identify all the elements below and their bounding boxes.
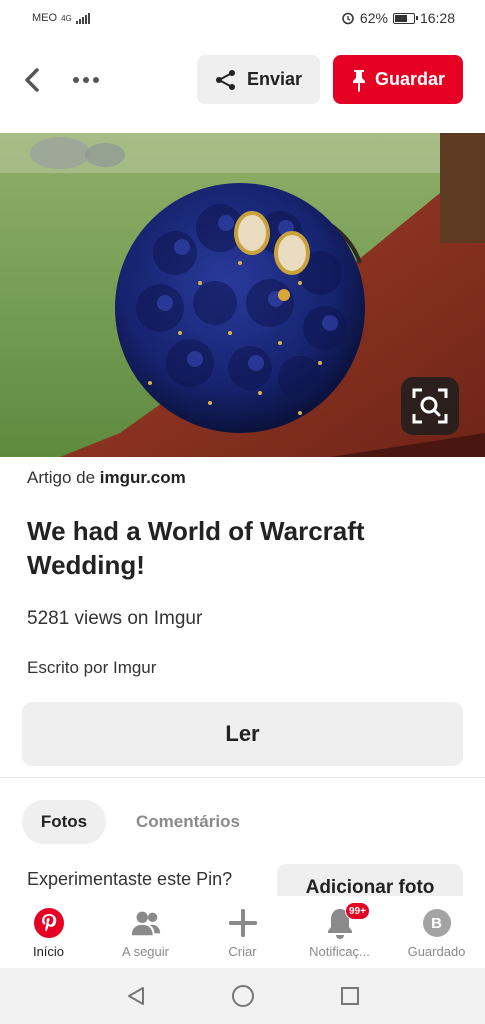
view-count: 5281 views on Imgur — [27, 608, 203, 629]
pin-source: Artigo de imgur.com — [27, 468, 186, 488]
people-icon — [129, 906, 163, 940]
send-label: Enviar — [246, 69, 303, 89]
nav-item-following[interactable]: A seguir — [97, 896, 194, 968]
back-triangle-icon[interactable] — [125, 985, 147, 1007]
author-line: Escrito por Imgur — [27, 658, 157, 677]
signal-icon — [75, 12, 90, 24]
alarm-clock-icon — [342, 12, 354, 25]
nav-item-saved[interactable]: B Guardado — [388, 896, 485, 968]
plus-icon — [226, 906, 260, 940]
clock: 16:28 — [419, 10, 455, 26]
recents-square-icon[interactable] — [339, 985, 361, 1007]
nav-label-saved: Guardado — [407, 944, 466, 959]
avatar-letter: B — [422, 909, 451, 937]
save-button[interactable]: Guardar — [333, 55, 463, 104]
visual-search-icon — [412, 388, 448, 424]
pin-image[interactable] — [0, 133, 485, 457]
back-button[interactable] — [14, 62, 50, 98]
nav-label-following: A seguir — [122, 944, 169, 959]
bottom-nav: Início A seguir Criar 99+ Notificaç... B… — [0, 896, 485, 968]
pinterest-logo-icon — [32, 906, 66, 940]
source-domain-link[interactable]: imgur.com — [100, 468, 186, 487]
source-prefix: Artigo de — [27, 468, 96, 487]
battery-icon — [392, 12, 418, 24]
battery-percent: 62% — [359, 10, 388, 26]
chevron-left-icon — [25, 68, 39, 92]
visual-search-button[interactable] — [401, 377, 459, 435]
nav-label-home: Início — [32, 944, 65, 959]
nav-item-notifications[interactable]: 99+ Notificaç... — [291, 896, 388, 968]
status-left: MEO 4G — [32, 12, 90, 24]
profile-avatar-icon: B — [420, 906, 454, 940]
tried-prompt: Experimentaste este Pin? — [27, 869, 233, 889]
divider — [0, 777, 485, 778]
more-options-button[interactable] — [64, 62, 108, 98]
status-right: 62% 16:28 — [341, 10, 455, 26]
pin-icon — [352, 69, 365, 92]
system-nav-bar — [0, 968, 485, 1024]
nav-label-create: Criar — [228, 944, 257, 959]
home-circle-icon[interactable] — [231, 984, 255, 1008]
read-button[interactable]: Ler — [22, 702, 463, 766]
tab-photos[interactable]: Fotos — [22, 800, 106, 844]
pin-title: We had a World of Warcraft Wedding! — [27, 516, 365, 580]
tab-comments[interactable]: Comentários — [124, 800, 252, 844]
nav-item-home[interactable]: Início — [0, 896, 97, 968]
more-dots-icon — [73, 77, 99, 83]
status-bar: MEO 4G 62% 16:28 — [0, 0, 485, 36]
send-button[interactable]: Enviar — [197, 55, 320, 104]
battery-fill — [394, 14, 408, 22]
notification-badge: 99+ — [345, 902, 370, 920]
carrier-name: MEO — [32, 12, 58, 24]
nav-item-create[interactable]: Criar — [194, 896, 291, 968]
network-type: 4G — [61, 13, 72, 23]
save-label: Guardar — [374, 69, 446, 89]
nav-label-notifications: Notificaç... — [309, 944, 370, 959]
share-icon — [215, 69, 235, 90]
top-bar: Enviar Guardar — [0, 54, 485, 106]
